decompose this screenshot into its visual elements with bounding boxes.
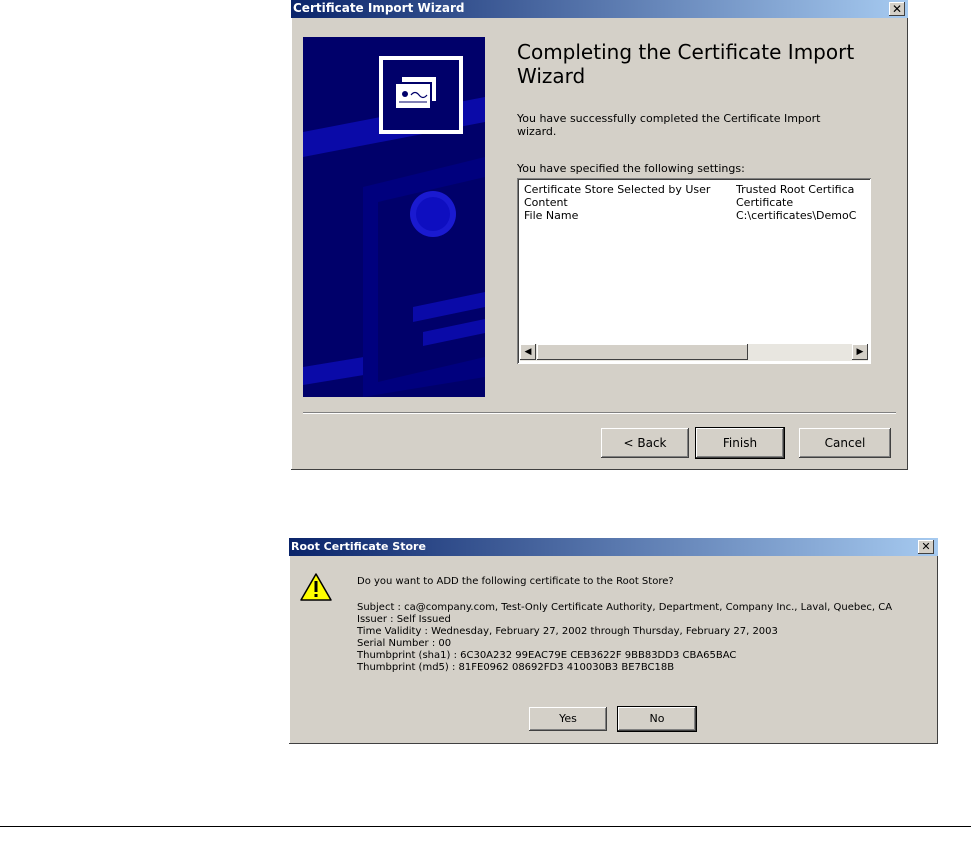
detail-issuer: Issuer : Self Issued (357, 614, 451, 625)
dialog-titlebar[interactable]: Root Certificate Store ✕ (289, 538, 938, 556)
setting-value: Trusted Root Certifica (736, 183, 855, 196)
certificate-art-icon (303, 37, 485, 397)
dialog-title: Root Certificate Store (291, 540, 426, 553)
setting-name: Content (524, 196, 568, 209)
setting-value: C:\certificates\DemoC (736, 209, 857, 222)
wizard-titlebar[interactable]: Certificate Import Wizard ✕ (291, 0, 908, 18)
setting-value: Certificate (736, 196, 794, 209)
yes-button[interactable]: Yes (529, 707, 607, 731)
dialog-question: Do you want to ADD the following certifi… (357, 576, 674, 587)
scroll-left-icon[interactable]: ◀ (520, 344, 536, 360)
detail-subject: Subject : ca@company.com, Test-Only Cert… (357, 602, 893, 613)
warning-icon (300, 573, 332, 601)
horizontal-scrollbar[interactable]: ◀ ▶ (520, 344, 868, 361)
button-separator (303, 412, 896, 414)
scroll-thumb[interactable] (537, 344, 748, 360)
dialog-close-button[interactable]: ✕ (918, 540, 934, 554)
back-button[interactable]: < Back (601, 428, 689, 458)
finish-button[interactable]: Finish (696, 428, 784, 458)
root-certificate-store-dialog: Root Certificate Store ✕ Do you want to … (289, 538, 938, 744)
wizard-close-button[interactable]: ✕ (889, 2, 905, 16)
bottom-rule (0, 826, 971, 827)
wizard-settings-label: You have specified the following setting… (517, 162, 745, 175)
detail-sha1: Thumbprint (sha1) : 6C30A232 99EAC79E CE… (357, 650, 737, 661)
certificate-import-wizard: Certificate Import Wizard ✕ Completing t… (291, 0, 908, 470)
cancel-button[interactable]: Cancel (799, 428, 891, 458)
detail-md5: Thumbprint (md5) : 81FE0962 08692FD3 410… (357, 662, 675, 673)
wizard-title: Certificate Import Wizard (293, 1, 465, 15)
wizard-heading: Completing the Certificate Import Wizard (517, 40, 855, 88)
setting-name: Certificate Store Selected by User (524, 183, 711, 196)
settings-listbox[interactable]: Certificate Store Selected by User Trust… (517, 178, 871, 364)
detail-validity: Time Validity : Wednesday, February 27, … (357, 626, 778, 637)
scroll-right-icon[interactable]: ▶ (852, 344, 868, 360)
no-button[interactable]: No (618, 707, 696, 731)
setting-name: File Name (524, 209, 579, 222)
wizard-side-art (303, 37, 485, 397)
certificate-details: Subject : ca@company.com, Test-Only Cert… (357, 602, 892, 674)
wizard-success-text: You have successfully completed the Cert… (517, 112, 821, 138)
detail-serial: Serial Number : 00 (357, 638, 452, 649)
